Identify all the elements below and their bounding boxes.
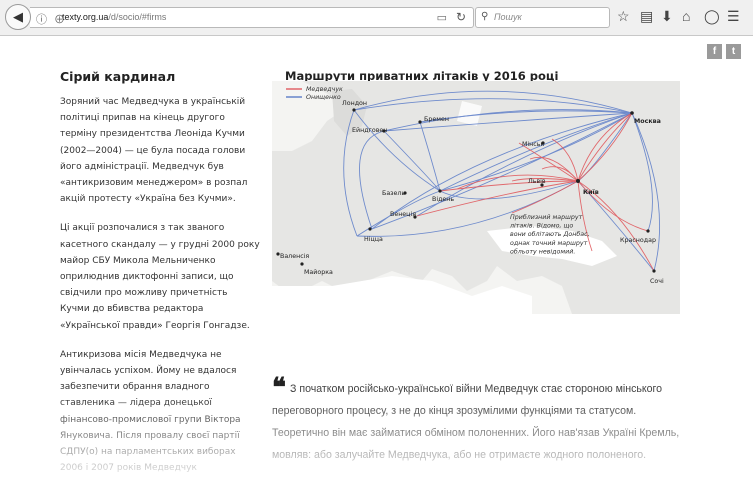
url-text[interactable]: texty.org.ua/d/socio/#firms (62, 12, 166, 22)
search-icon: ⚲ (481, 11, 489, 22)
back-button[interactable]: ◀ (5, 4, 31, 30)
city-dot (368, 227, 372, 231)
city-label-minsk: Мінськ (522, 140, 544, 148)
route-note-line: Приблизний маршрут (510, 213, 583, 221)
quote-mark-icon: ❝ (272, 373, 286, 403)
city-dot (576, 179, 580, 183)
city-dot (646, 229, 650, 233)
article-paragraph: Ці акції розпочалися з так званого касет… (60, 223, 260, 331)
route-note-line: однак точний маршрут (510, 240, 588, 247)
legend-label-medvedchuk: Медведчук (306, 86, 343, 93)
city-label-moscow: Москва (634, 118, 661, 125)
city-label-basel: Базель (382, 190, 405, 197)
bookmark-star-icon[interactable]: ☆ (617, 8, 630, 25)
city-label-mallorca: Майорка (304, 268, 333, 276)
article-heading: Сірий кардинал (60, 69, 176, 84)
browser-toolbar: ⓘ ⊕ texty.org.ua/d/socio/#firms ▭ ↻ ◀ ⚲ … (0, 0, 753, 36)
menu-icon[interactable]: ☰ (727, 8, 740, 25)
city-dot (300, 262, 304, 266)
city-label-nice: Ніцца (364, 235, 383, 243)
article-column: Сірий кардинал Зоряний час Медведчука в … (60, 69, 260, 489)
city-dot (418, 120, 422, 124)
article-paragraph: Зоряний час Медведчука в українській пол… (60, 97, 248, 205)
city-label-london: Лондон (342, 100, 367, 107)
city-label-sochi: Сочі (650, 277, 664, 285)
city-label-lviv: Львів (528, 177, 546, 185)
bookmarks-list-icon[interactable]: ▤ (640, 8, 653, 25)
url-domain: texty.org.ua (62, 12, 109, 22)
city-dot (352, 108, 356, 112)
route-note-line: вони облітають Донбас, (510, 230, 590, 238)
route-note-line: літаків. Відомо, що (509, 222, 573, 230)
city-label-kyiv: Київ (583, 188, 599, 196)
address-bar[interactable]: ⓘ ⊕ texty.org.ua/d/socio/#firms ▭ ↻ (30, 7, 474, 28)
city-label-eindhoven: Ейндговен (352, 126, 387, 134)
search-placeholder: Пошук (494, 12, 522, 22)
home-icon[interactable]: ⌂ (682, 8, 690, 24)
legend-label-onyshchenko: Онищенко (306, 94, 341, 101)
search-bar[interactable]: ⚲ Пошук (475, 7, 610, 28)
pull-quote: ❝ З початком російсько-української війни … (272, 375, 687, 466)
city-label-bremen: Бремен (424, 116, 449, 123)
downloads-icon[interactable]: ⬇ (661, 8, 673, 25)
city-label-venice: Венеція (390, 210, 416, 218)
facebook-share-icon[interactable]: f (707, 44, 722, 59)
article-paragraph: Антикризова місія Медведчука не увінчала… (60, 349, 241, 474)
route-note-line: обльоту невідомий. (510, 247, 575, 255)
city-label-krasnodar: Краснодар (620, 237, 656, 244)
reload-icon[interactable]: ↻ (456, 10, 466, 24)
city-dot (438, 189, 442, 193)
web-page: f t Сірий кардинал Зоряний час Медведчук… (0, 37, 753, 487)
city-label-vienna: Відень (432, 195, 454, 203)
city-dot (630, 111, 634, 115)
chat-icon[interactable]: ◯ (704, 8, 720, 25)
url-path: /d/socio/#firms (108, 12, 167, 22)
city-label-valencia: Валенсія (280, 252, 309, 260)
twitter-share-icon[interactable]: t (726, 44, 741, 59)
quote-text: З початком російсько-української війни М… (272, 383, 680, 461)
flight-routes-map: Медведчук Онищенко Лондон Ейндговен Брем… (272, 81, 680, 314)
back-arrow-icon: ◀ (13, 9, 23, 24)
reader-view-icon[interactable]: ▭ (437, 11, 447, 24)
city-dot (652, 269, 656, 273)
